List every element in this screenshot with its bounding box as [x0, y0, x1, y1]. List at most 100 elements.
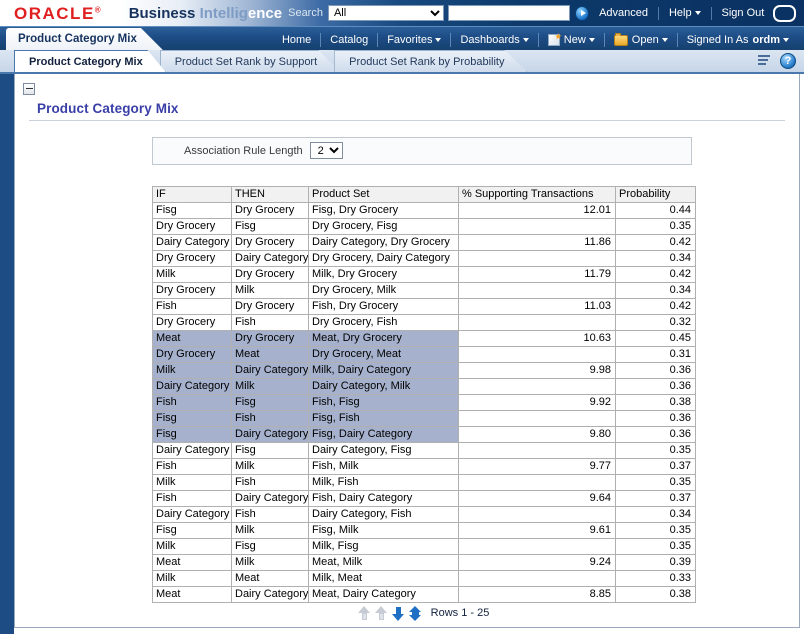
- table-row[interactable]: Dry GroceryDairy CategoryDry Grocery, Da…: [153, 250, 696, 266]
- chevron-down-icon: [783, 38, 789, 42]
- table-row[interactable]: MeatDry GroceryMeat, Dry Grocery10.630.4…: [153, 330, 696, 346]
- cell-probability: 0.42: [616, 298, 696, 314]
- page-options-icon[interactable]: [758, 54, 773, 68]
- table-row[interactable]: MilkDry GroceryMilk, Dry Grocery11.790.4…: [153, 266, 696, 282]
- cell-probability: 0.36: [616, 362, 696, 378]
- column-header-supporting-transactions[interactable]: % Supporting Transactions: [459, 186, 616, 202]
- nav-item-catalog[interactable]: Catalog: [321, 30, 377, 50]
- cell-probability: 0.35: [616, 522, 696, 538]
- table-row[interactable]: FishFisgFish, Fisg9.920.38: [153, 394, 696, 410]
- cell-product-set: Dry Grocery, Fisg: [309, 218, 459, 234]
- table-row[interactable]: MeatDairy CategoryMeat, Dairy Category8.…: [153, 586, 696, 602]
- cell-support: [459, 410, 616, 426]
- oracle-logo: ORACLE®: [14, 5, 101, 22]
- cell-support: 8.85: [459, 586, 616, 602]
- product-title-part-3: ence: [248, 5, 282, 22]
- cell-then: Dairy Category: [232, 586, 309, 602]
- help-menu-label: Help: [669, 7, 692, 19]
- cell-support: [459, 250, 616, 266]
- previous-page-up-icon[interactable]: [375, 606, 388, 621]
- cell-support: 9.98: [459, 362, 616, 378]
- cell-support: [459, 538, 616, 554]
- table-row[interactable]: FishMilkFish, Milk9.770.37: [153, 458, 696, 474]
- tab-product-set-rank-by-support[interactable]: Product Set Rank by Support: [160, 50, 340, 72]
- table-row[interactable]: MilkMeatMilk, Meat0.33: [153, 570, 696, 586]
- nav-item-dashboards[interactable]: Dashboards: [451, 30, 537, 50]
- cell-product-set: Meat, Dry Grocery: [309, 330, 459, 346]
- cell-product-set: Dry Grocery, Fish: [309, 314, 459, 330]
- help-menu[interactable]: Help: [669, 7, 701, 19]
- cell-product-set: Milk, Dry Grocery: [309, 266, 459, 282]
- table-row[interactable]: FisgFishFisg, Fish0.36: [153, 410, 696, 426]
- table-row[interactable]: Dairy CategoryFishDairy Category, Fish0.…: [153, 506, 696, 522]
- cell-if: Fisg: [153, 426, 232, 442]
- cell-support: [459, 474, 616, 490]
- cell-if: Dry Grocery: [153, 346, 232, 362]
- cell-support: 11.79: [459, 266, 616, 282]
- next-page-down-icon[interactable]: [392, 606, 405, 621]
- cell-probability: 0.34: [616, 506, 696, 522]
- cell-product-set: Meat, Dairy Category: [309, 586, 459, 602]
- cell-support: 10.63: [459, 330, 616, 346]
- tab-product-set-rank-by-probability[interactable]: Product Set Rank by Probability: [334, 50, 527, 72]
- column-header-then[interactable]: THEN: [232, 186, 309, 202]
- cell-then: Fisg: [232, 442, 309, 458]
- table-row[interactable]: FisgDairy CategoryFisg, Dairy Category9.…: [153, 426, 696, 442]
- cell-probability: 0.45: [616, 330, 696, 346]
- cell-support: 9.92: [459, 394, 616, 410]
- table-row[interactable]: Dry GroceryFisgDry Grocery, Fisg0.35: [153, 218, 696, 234]
- signed-in-as[interactable]: Signed In As ordm: [678, 30, 798, 50]
- nav-item-open[interactable]: Open: [605, 30, 677, 50]
- help-icon[interactable]: ?: [780, 53, 796, 69]
- cell-product-set: Fish, Fisg: [309, 394, 459, 410]
- search-label: Search: [288, 7, 323, 19]
- table-row[interactable]: Dairy CategoryDry GroceryDairy Category,…: [153, 234, 696, 250]
- column-header-if[interactable]: IF: [153, 186, 232, 202]
- cell-then: Dry Grocery: [232, 298, 309, 314]
- user-account-icon[interactable]: [773, 5, 796, 22]
- cell-product-set: Dairy Category, Fish: [309, 506, 459, 522]
- table-row[interactable]: Dry GroceryMilkDry Grocery, Milk0.34: [153, 282, 696, 298]
- table-row[interactable]: FishDairy CategoryFish, Dairy Category9.…: [153, 490, 696, 506]
- column-header-probability[interactable]: Probability: [616, 186, 696, 202]
- table-row[interactable]: MeatMilkMeat, Milk9.240.39: [153, 554, 696, 570]
- cell-probability: 0.35: [616, 218, 696, 234]
- column-header-product-set[interactable]: Product Set: [309, 186, 459, 202]
- nav-item-new[interactable]: New: [539, 30, 604, 50]
- table-row[interactable]: Dairy CategoryFisgDairy Category, Fisg0.…: [153, 442, 696, 458]
- page-name-tab[interactable]: Product Category Mix: [6, 28, 163, 50]
- table-row[interactable]: FisgDry GroceryFisg, Dry Grocery12.010.4…: [153, 202, 696, 218]
- table-row[interactable]: MilkFishMilk, Fish0.35: [153, 474, 696, 490]
- cell-support: [459, 282, 616, 298]
- cell-if: Meat: [153, 330, 232, 346]
- cell-support: 9.61: [459, 522, 616, 538]
- cell-probability: 0.39: [616, 554, 696, 570]
- search-scope-select[interactable]: All: [328, 5, 444, 21]
- all-rows-updown-icon[interactable]: [409, 606, 422, 621]
- table-row[interactable]: Dry GroceryFishDry Grocery, Fish0.32: [153, 314, 696, 330]
- collapse-minus-icon[interactable]: [23, 83, 35, 95]
- table-row[interactable]: MilkFisgMilk, Fisg0.35: [153, 538, 696, 554]
- first-page-up-icon[interactable]: [358, 606, 371, 621]
- tab-product-category-mix-label: Product Category Mix: [29, 56, 143, 68]
- table-row[interactable]: FisgMilkFisg, Milk9.610.35: [153, 522, 696, 538]
- advanced-link[interactable]: Advanced: [599, 7, 648, 19]
- tab-product-category-mix[interactable]: Product Category Mix: [14, 50, 166, 72]
- table-row[interactable]: Dairy CategoryMilkDairy Category, Milk0.…: [153, 378, 696, 394]
- table-row[interactable]: MilkDairy CategoryMilk, Dairy Category9.…: [153, 362, 696, 378]
- nav-item-favorites[interactable]: Favorites: [378, 30, 450, 50]
- table-row[interactable]: Dry GroceryMeatDry Grocery, Meat0.31: [153, 346, 696, 362]
- cell-probability: 0.35: [616, 442, 696, 458]
- sign-out-link[interactable]: Sign Out: [722, 7, 765, 19]
- cell-product-set: Fisg, Fish: [309, 410, 459, 426]
- search-input[interactable]: [448, 5, 570, 21]
- cell-if: Milk: [153, 362, 232, 378]
- nav-item-dashboards-label: Dashboards: [460, 34, 519, 46]
- association-rule-length-select[interactable]: 2: [310, 142, 343, 159]
- nav-item-home[interactable]: Home: [273, 30, 320, 50]
- table-row[interactable]: FishDry GroceryFish, Dry Grocery11.030.4…: [153, 298, 696, 314]
- folder-open-icon: [614, 35, 628, 46]
- cell-product-set: Milk, Fish: [309, 474, 459, 490]
- cell-then: Dry Grocery: [232, 266, 309, 282]
- search-go-icon[interactable]: [575, 6, 589, 21]
